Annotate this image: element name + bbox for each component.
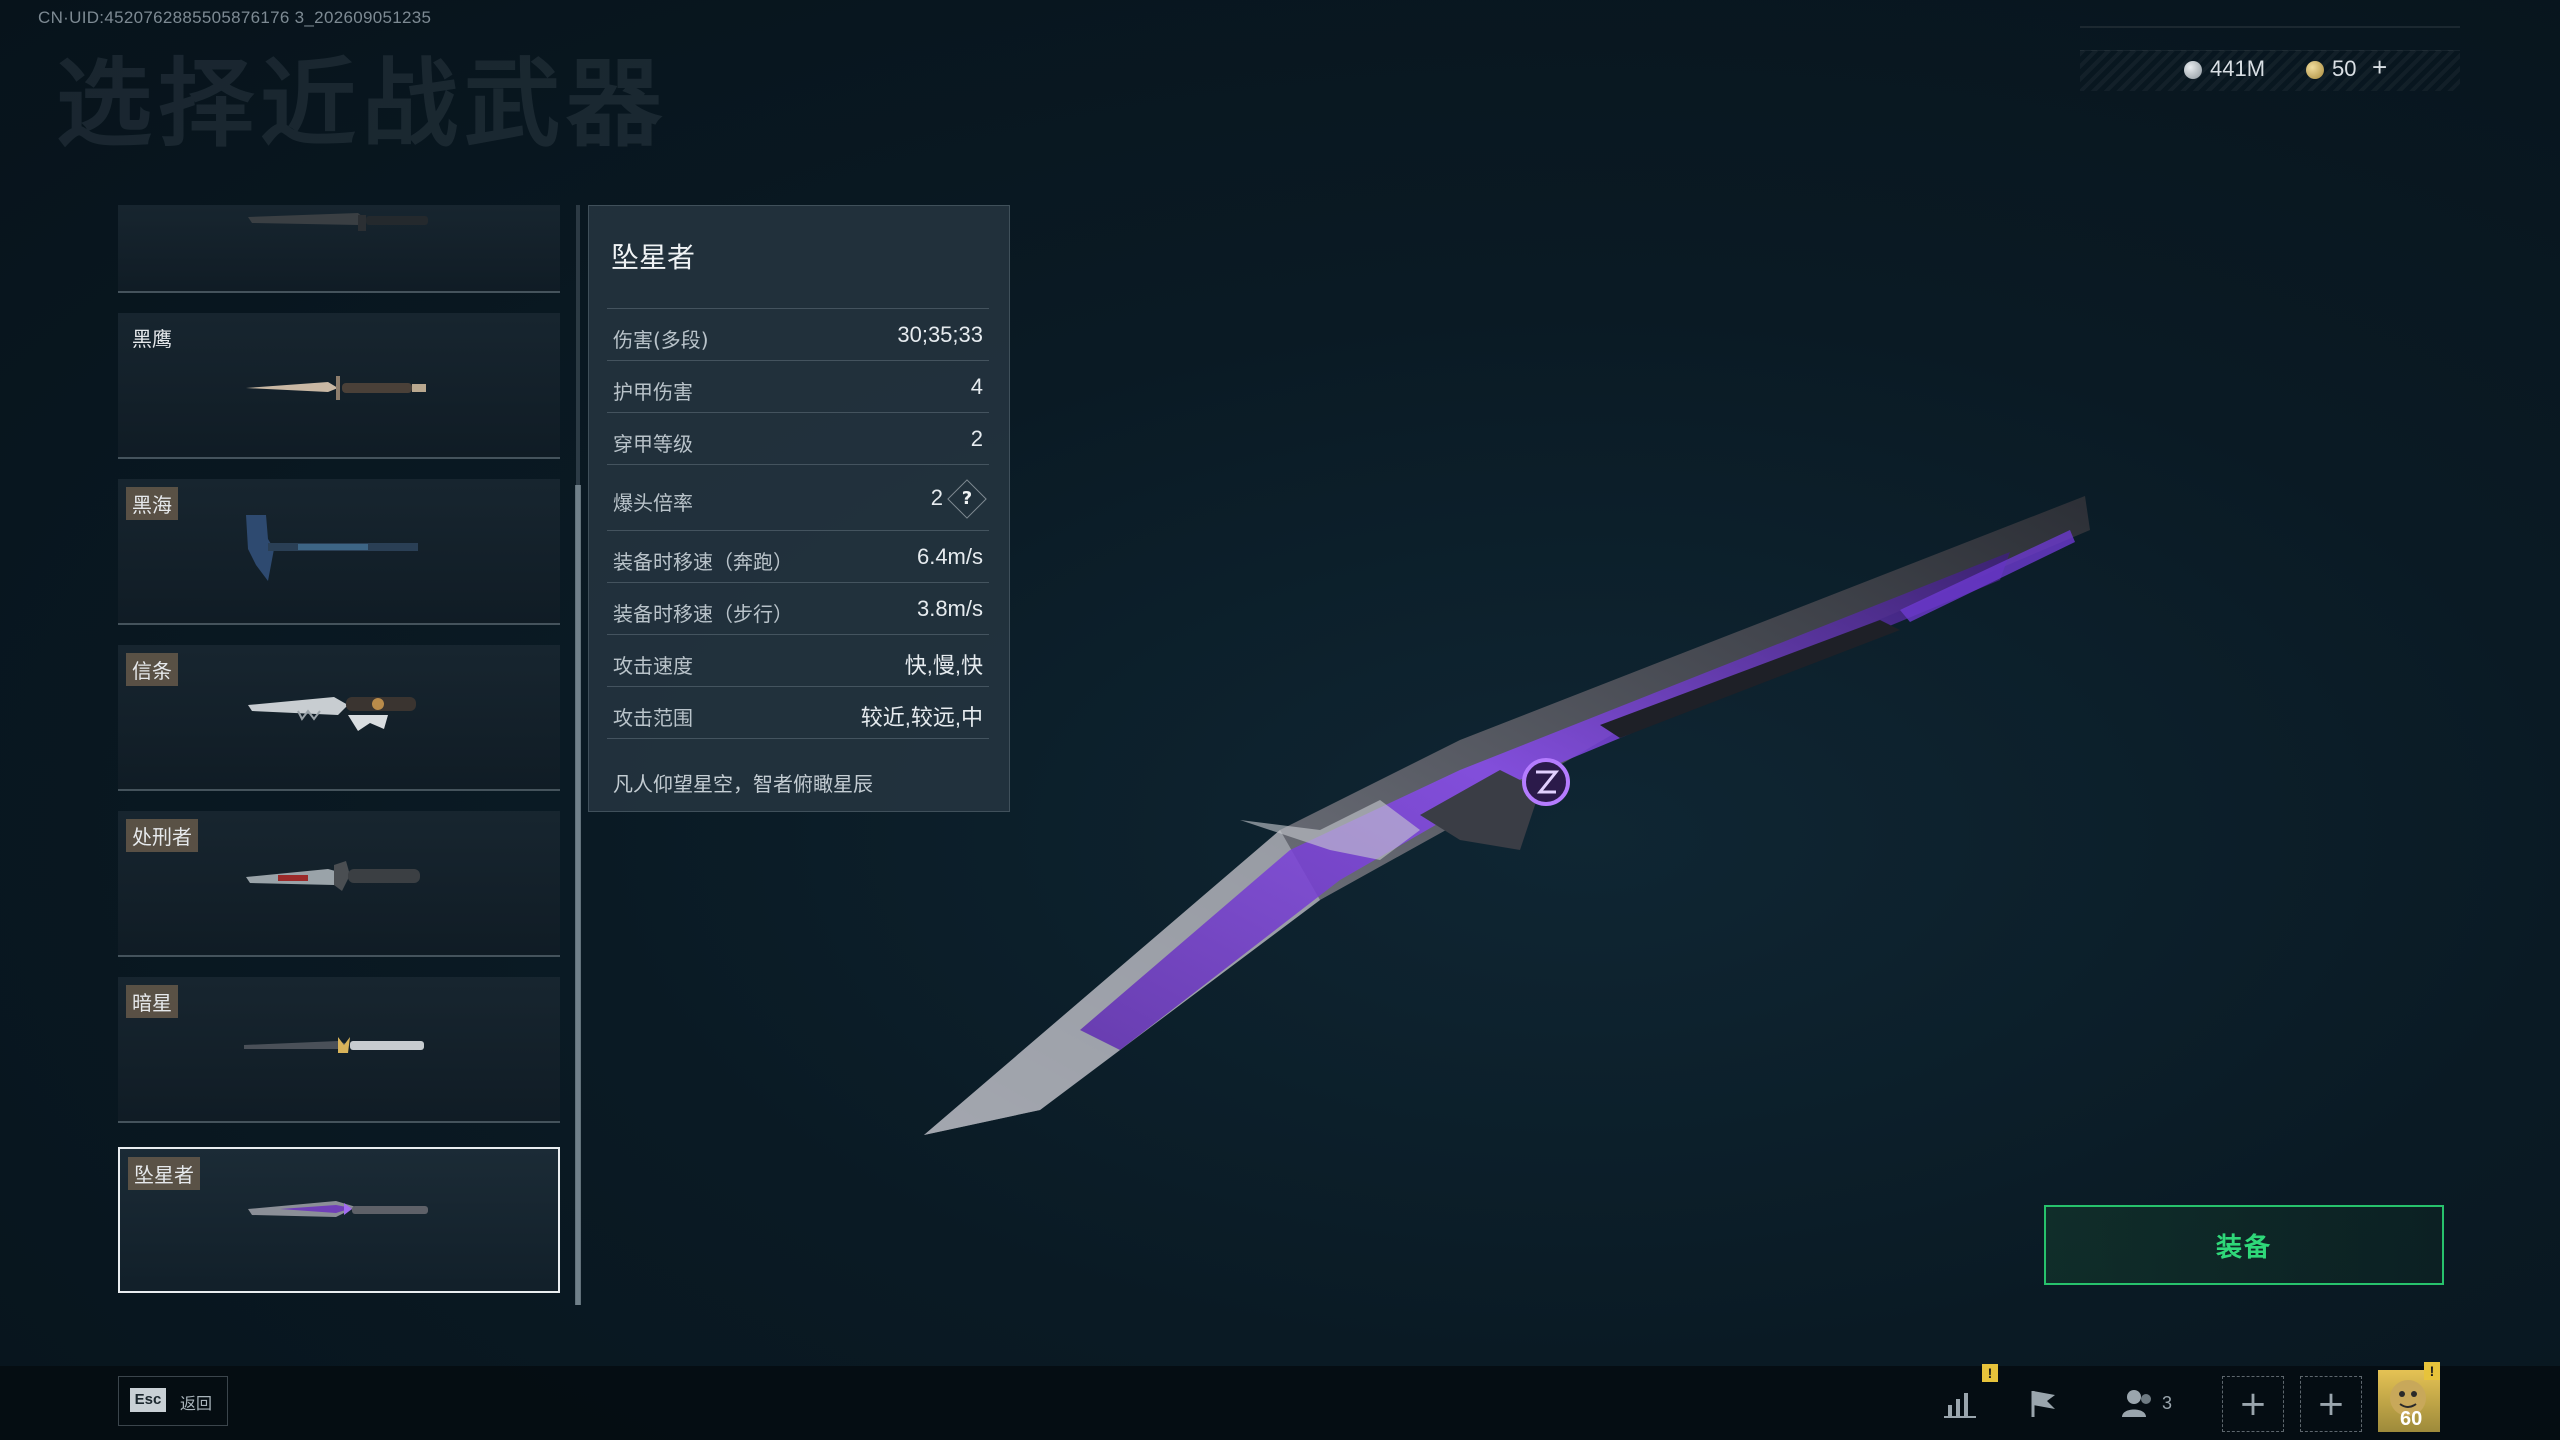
add-slot-button[interactable]: + — [2222, 1376, 2284, 1432]
stat-row-penetration: 穿甲等级 2 — [607, 412, 989, 465]
weapon-card-2[interactable]: 黑海 — [118, 479, 560, 625]
currency-bar — [2080, 50, 2460, 91]
flag-button[interactable] — [2014, 1376, 2074, 1430]
weapon-card-5[interactable]: 暗星 — [118, 977, 560, 1123]
card-divider — [118, 457, 560, 459]
weapon-tag: 信条 — [126, 653, 178, 686]
stat-label: 装备时移速（奔跑） — [613, 550, 793, 574]
stat-value: 2 — [970, 426, 983, 451]
weapon-tag: 处刑者 — [126, 819, 198, 852]
weapon-preview-image[interactable] — [900, 470, 2100, 1150]
weapon-tag: 暗星 — [126, 985, 178, 1018]
starfall-knife-icon — [248, 1201, 428, 1217]
back-label: 返回 — [180, 1394, 213, 1413]
squad-button[interactable]: 3 — [2106, 1376, 2186, 1430]
silver-coin-icon — [2184, 61, 2202, 80]
add-slot-button-2[interactable]: + — [2300, 1376, 2362, 1432]
stat-label: 攻击范围 — [613, 706, 693, 730]
uid-text: CN·UID:4520762885505876176 3_20260905123… — [38, 8, 432, 27]
card-divider — [118, 1121, 560, 1123]
flavor-text: 凡人仰望星空，智者俯瞰星辰 — [613, 772, 873, 796]
player-level: 60 — [2400, 1408, 2423, 1430]
add-currency-button[interactable]: + — [2372, 52, 2387, 83]
esc-key-icon: Esc — [130, 1388, 166, 1412]
weapon-tag: 黑鹰 — [132, 327, 172, 351]
bar-chart-icon — [1944, 1393, 1976, 1418]
silver-currency: 441M — [2184, 56, 2265, 82]
currency-divider — [2080, 26, 2460, 28]
stats-alert-badge: ! — [1982, 1364, 1998, 1382]
squad-count: 3 — [2161, 1392, 2172, 1413]
weapon-card-3[interactable]: 信条 — [118, 645, 560, 791]
stat-value: 30;35;33 — [897, 322, 983, 347]
card-divider — [118, 789, 560, 791]
dark-star-knife-icon — [244, 1037, 424, 1053]
stat-row-armor-damage: 护甲伤害 4 — [607, 360, 989, 413]
weapon-tag: 黑海 — [126, 487, 178, 520]
weapon-card-1[interactable]: 黑鹰 — [118, 313, 560, 459]
card-divider — [118, 291, 560, 293]
flag-icon — [2031, 1391, 2055, 1417]
list-scrollbar-thumb[interactable] — [575, 485, 581, 1305]
gold-amount: 50 — [2332, 56, 2357, 81]
serrated-knife-icon — [248, 697, 416, 731]
stat-label: 爆头倍率 — [613, 491, 693, 515]
stat-label: 装备时移速（步行） — [613, 602, 793, 626]
users-icon — [2121, 1390, 2151, 1417]
weapon-tag: 坠星者 — [128, 1157, 200, 1190]
combat-knife-icon — [248, 213, 428, 231]
gold-coin-icon — [2306, 61, 2324, 80]
card-divider — [118, 623, 560, 625]
tomahawk-axe-icon — [246, 515, 418, 581]
equip-button[interactable]: 装备 — [2044, 1205, 2444, 1285]
avatar-alert-badge: ! — [2424, 1362, 2440, 1380]
weapon-card-6-selected[interactable]: 坠星者 — [118, 1147, 560, 1293]
page-title: 选择近战武器 — [56, 48, 668, 160]
silver-amount: 441M — [2210, 56, 2266, 81]
stat-value: 4 — [970, 374, 983, 399]
bayonet-knife-icon — [246, 376, 426, 400]
stat-label: 穿甲等级 — [613, 432, 693, 456]
stat-label: 攻击速度 — [613, 654, 693, 678]
stat-label: 伤害(多段) — [613, 328, 709, 352]
weapon-card-0[interactable] — [118, 205, 560, 293]
plus-icon: + — [2316, 1384, 2346, 1424]
card-divider — [118, 955, 560, 957]
stat-label: 护甲伤害 — [613, 380, 693, 404]
weapon-card-4[interactable]: 处刑者 — [118, 811, 560, 957]
plus-icon: + — [2238, 1384, 2268, 1424]
stat-row-damage: 伤害(多段) 30;35;33 — [607, 308, 989, 361]
weapon-name: 坠星者 — [611, 241, 696, 274]
executioner-knife-icon — [246, 861, 420, 891]
stats-button[interactable] — [1930, 1376, 1990, 1430]
gold-currency: 50 — [2306, 56, 2356, 82]
equip-label: 装备 — [2215, 1232, 2272, 1263]
